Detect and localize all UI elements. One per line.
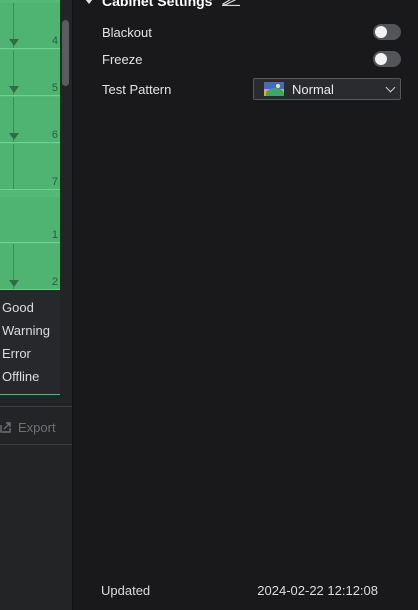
cabinet-number: 2 (51, 276, 58, 288)
cabinet-number: 4 (51, 35, 58, 47)
cabinet-cell[interactable]: 1 (0, 197, 60, 243)
cabinet-cell[interactable]: 7 (0, 144, 60, 190)
legend-error: Error (2, 346, 31, 361)
cabinet-cell[interactable]: 4 (0, 3, 60, 49)
freeze-toggle[interactable] (373, 51, 401, 67)
scrollbar-thumb[interactable] (62, 20, 69, 86)
legend-good: Good (2, 300, 34, 315)
test-pattern-label: Test Pattern (102, 81, 172, 97)
test-pattern-value: Normal (292, 81, 334, 97)
edit-icon[interactable] (221, 0, 241, 6)
cabinet-grid: 4 5 6 7 P4 1 2 (0, 0, 60, 395)
toggle-knob (375, 26, 387, 38)
export-label: Export (18, 419, 56, 435)
cabinet-number: 1 (51, 229, 58, 241)
cabinet-number: 6 (51, 129, 58, 141)
image-icon (264, 82, 284, 96)
export-button[interactable]: Export (0, 414, 70, 440)
legend-warning: Warning (2, 323, 50, 338)
blackout-toggle[interactable] (373, 24, 401, 40)
cabinet-cell[interactable]: 2 (0, 244, 60, 290)
cable-line (13, 144, 14, 189)
cabinet-settings-header[interactable]: Cabinet Settings (85, 0, 241, 10)
cabinet-map-panel: 4 5 6 7 P4 1 2 (0, 0, 72, 610)
freeze-label: Freeze (102, 51, 143, 67)
arrow-down-icon (9, 86, 19, 93)
status-footer: Updated 2024-02-22 12:12:08 (101, 580, 378, 600)
updated-timestamp: 2024-02-22 12:12:08 (257, 582, 378, 598)
cabinet-cell[interactable]: 6 (0, 97, 60, 143)
divider (0, 406, 72, 407)
caret-down-icon (85, 0, 93, 4)
blackout-label: Blackout (102, 24, 152, 40)
status-legend: Good Warning Error Offline (0, 290, 60, 394)
arrow-down-icon (9, 39, 19, 46)
app-window: 4 5 6 7 P4 1 2 (0, 0, 418, 610)
chevron-down-icon (385, 82, 396, 92)
test-pattern-select[interactable]: Normal (253, 78, 401, 100)
updated-label: Updated (101, 582, 151, 598)
cabinet-number: 5 (51, 82, 58, 94)
blackout-row: Blackout (102, 20, 401, 44)
settings-panel: Cabinet Settings Blackout Freeze Test Pa… (73, 0, 418, 610)
test-pattern-row: Test Pattern Normal (102, 77, 401, 101)
cabinet-cell[interactable]: 5 (0, 50, 60, 96)
freeze-row: Freeze (102, 47, 401, 71)
legend-offline: Offline (2, 369, 40, 384)
divider (0, 444, 72, 445)
export-icon (0, 422, 11, 433)
arrow-down-icon (9, 280, 19, 287)
cabinet-number: 7 (51, 176, 58, 188)
toggle-knob (375, 53, 387, 65)
arrow-down-icon (9, 133, 19, 140)
section-title: Cabinet Settings (102, 0, 213, 9)
